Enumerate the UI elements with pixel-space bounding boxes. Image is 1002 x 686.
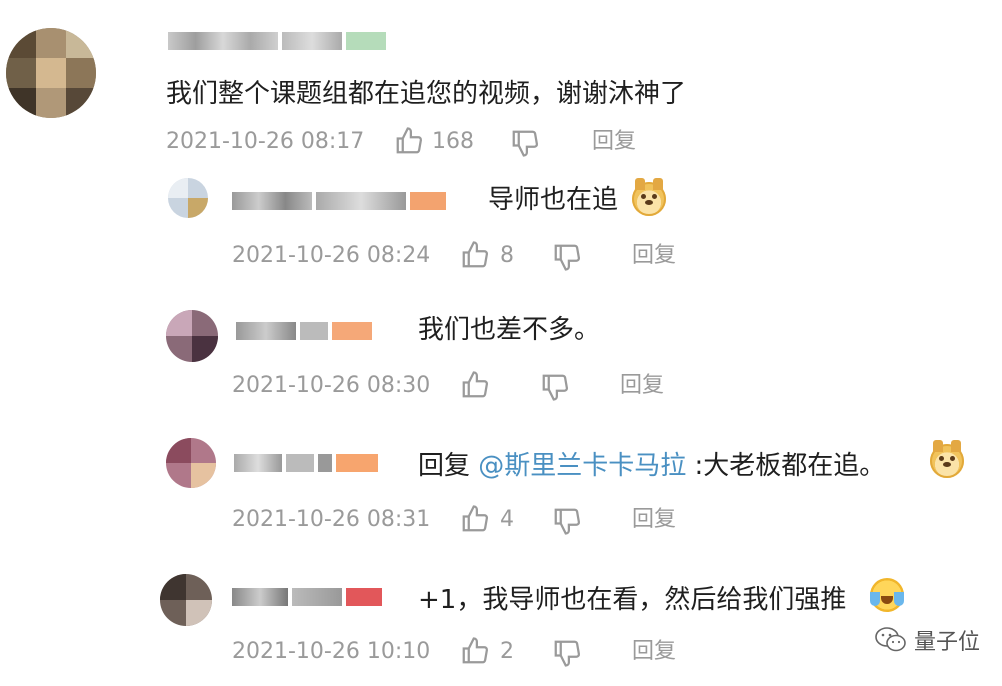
reply-button[interactable]: 回复	[592, 128, 636, 156]
avatar[interactable]	[160, 574, 212, 626]
reply-time: 2021-10-26 08:30	[232, 373, 431, 398]
thumbs-up-icon[interactable]	[460, 240, 490, 270]
thumbs-down-icon[interactable]	[540, 372, 570, 402]
comment-text: 我们整个课题组都在追您的视频，谢谢沐神了	[166, 79, 687, 109]
username-blurred[interactable]	[236, 320, 372, 342]
comment-time: 2021-10-26 08:17	[166, 129, 365, 154]
mention-link[interactable]: @斯里兰卡卡马拉	[478, 451, 686, 481]
username-blurred[interactable]	[232, 586, 382, 608]
thumbs-down-icon[interactable]	[510, 128, 540, 158]
username-blurred[interactable]	[232, 190, 446, 212]
crying-laugh-icon	[870, 578, 904, 612]
avatar[interactable]	[166, 310, 218, 362]
reply-text: 回复 @斯里兰卡卡马拉 :大老板都在追。	[418, 450, 885, 482]
reply-time: 2021-10-26 08:24	[232, 243, 431, 268]
thumbs-down-icon[interactable]	[552, 638, 582, 668]
reply-button[interactable]: 回复	[632, 506, 676, 534]
reply-text: +1，我导师也在看，然后给我们强推	[418, 585, 847, 615]
reply-time: 2021-10-26 08:31	[232, 507, 431, 532]
avatar[interactable]	[6, 28, 96, 118]
thumbs-up-icon[interactable]	[394, 126, 424, 156]
like-count: 2	[500, 639, 514, 664]
watermark: 量子位	[874, 624, 980, 656]
thumbs-up-icon[interactable]	[460, 370, 490, 400]
thumbs-up-icon[interactable]	[460, 636, 490, 666]
reply-prefix: 回复	[418, 451, 479, 481]
reply-button[interactable]: 回复	[620, 372, 664, 400]
reply-body: :大老板都在追。	[686, 451, 886, 481]
reply-time: 2021-10-26 10:10	[232, 639, 431, 664]
username-blurred[interactable]	[234, 452, 378, 474]
wechat-icon	[875, 627, 906, 652]
reply-button[interactable]: 回复	[632, 638, 676, 666]
like-count: 8	[500, 243, 514, 268]
like-count: 4	[500, 507, 514, 532]
reply-button[interactable]: 回复	[632, 242, 676, 270]
doge-icon	[632, 178, 666, 216]
avatar[interactable]	[168, 178, 208, 218]
like-count: 168	[432, 129, 474, 154]
reply-text: 导师也在追	[488, 185, 619, 215]
doge-icon	[930, 440, 964, 478]
watermark-label: 量子位	[913, 630, 980, 655]
avatar[interactable]	[166, 438, 216, 488]
reply-text: 我们也差不多。	[418, 315, 601, 345]
thumbs-down-icon[interactable]	[552, 242, 582, 272]
username-blurred[interactable]	[168, 30, 386, 52]
thumbs-down-icon[interactable]	[552, 506, 582, 536]
thumbs-up-icon[interactable]	[460, 504, 490, 534]
